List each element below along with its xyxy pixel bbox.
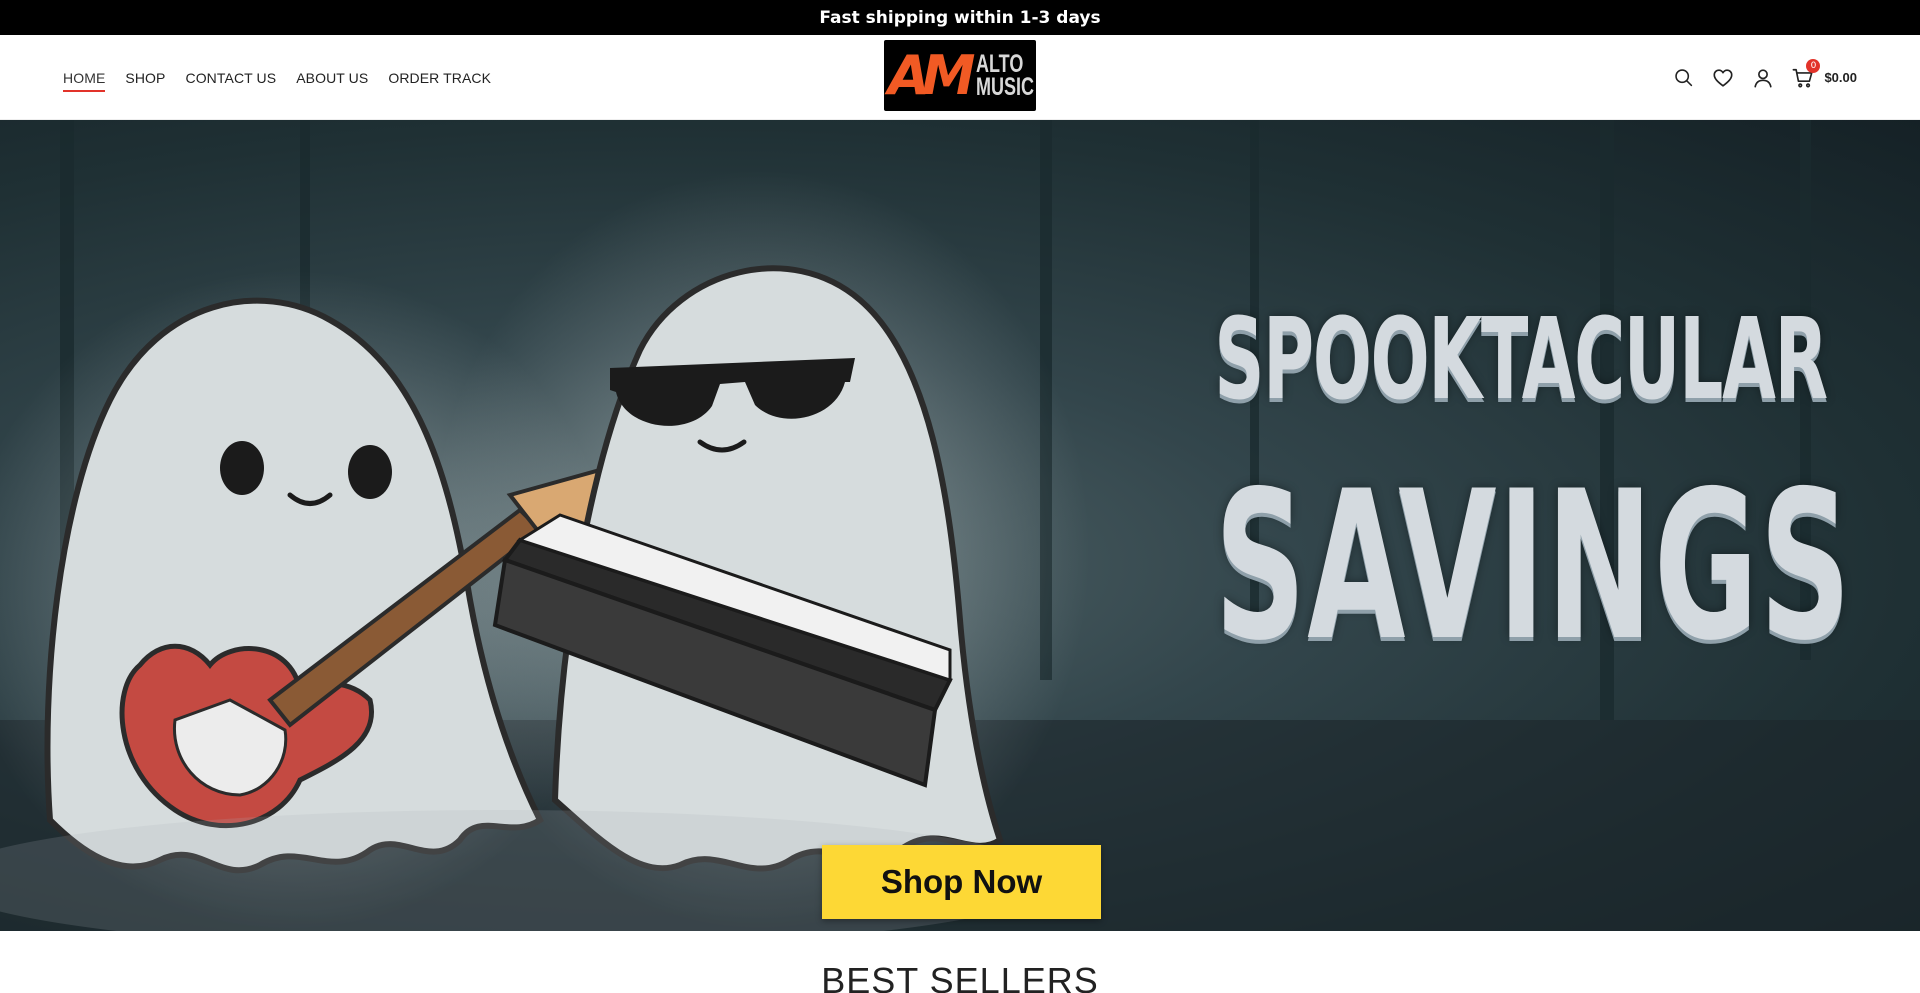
user-icon[interactable] <box>1752 67 1774 89</box>
hero-banner[interactable]: SPOOKTACULAR SAVINGS <box>0 120 1920 931</box>
hero-line-2: SAVINGS <box>1214 448 1853 686</box>
nav-about-us[interactable]: ABOUT US <box>296 64 368 92</box>
site-logo[interactable]: AM ALTO MUSIC <box>884 40 1036 111</box>
announcement-text: Fast shipping within 1-3 days <box>819 7 1101 28</box>
nav-shop[interactable]: SHOP <box>125 64 165 92</box>
nav-order-track[interactable]: ORDER TRACK <box>388 64 491 92</box>
logo-wordmark: ALTO MUSIC <box>975 51 1034 101</box>
site-header: HOME SHOP CONTACT US ABOUT US ORDER TRAC… <box>0 35 1920 120</box>
nav-contact-us[interactable]: CONTACT US <box>185 64 276 92</box>
nav-home[interactable]: HOME <box>63 64 106 92</box>
shop-now-button[interactable]: Shop Now <box>822 845 1101 919</box>
cart-count-badge: 0 <box>1806 58 1821 73</box>
logo-line-2: MUSIC <box>975 72 1034 101</box>
cart-widget[interactable]: 0 $0.00 <box>1792 58 1857 89</box>
header-tools: 0 $0.00 <box>1672 35 1857 120</box>
best-sellers-heading: BEST SELLERS <box>821 960 1099 993</box>
hero-headline: SPOOKTACULAR SAVINGS <box>1070 285 1853 690</box>
announcement-bar: Fast shipping within 1-3 days <box>0 0 1920 35</box>
logo-monogram: AM <box>888 43 975 107</box>
main-nav: HOME SHOP CONTACT US ABOUT US ORDER TRAC… <box>63 35 491 120</box>
cart-total[interactable]: $0.00 <box>1824 70 1857 85</box>
hero-line-1: SPOOKTACULAR <box>1214 295 1828 425</box>
heart-icon[interactable] <box>1712 67 1734 89</box>
search-icon[interactable] <box>1672 67 1694 89</box>
